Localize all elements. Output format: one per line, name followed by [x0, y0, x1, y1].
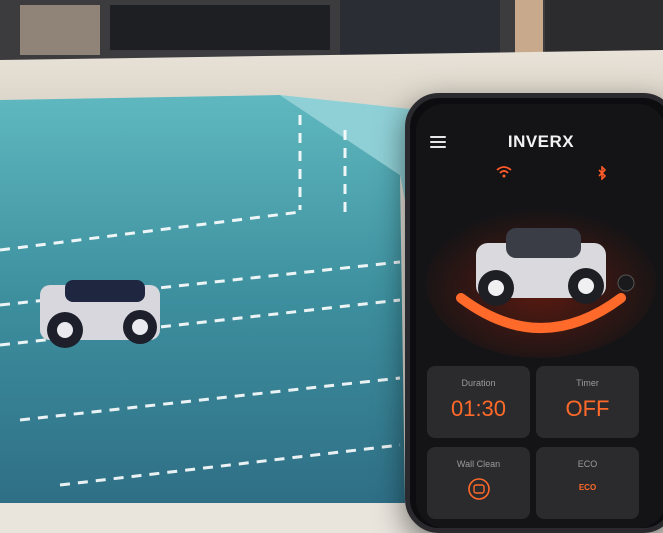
duration-label: Duration	[461, 378, 496, 388]
timer-label: Timer	[576, 378, 599, 388]
robot-status-visual	[426, 208, 656, 358]
duration-tile[interactable]: Duration 01:30	[427, 366, 530, 438]
app-header: INVERX	[416, 130, 663, 156]
bluetooth-icon	[598, 166, 607, 180]
battery-badge	[617, 274, 635, 292]
app-screen: INVERX Duration 01:30 Timer OFF Wall Cle…	[416, 104, 663, 528]
status-icons	[416, 166, 663, 188]
wall-clean-tile[interactable]: Wall Clean	[427, 447, 530, 519]
duration-value: 01:30	[450, 396, 507, 421]
eco-label: ECO	[577, 459, 598, 469]
wall-clean-label: Wall Clean	[456, 459, 501, 469]
timer-value: OFF	[565, 396, 610, 421]
eco-tile[interactable]: ECO ECO	[536, 447, 639, 519]
wall-clean-icon	[468, 478, 490, 500]
timer-tile[interactable]: Timer OFF	[536, 366, 639, 438]
smartphone: INVERX Duration 01:30 Timer OFF Wall Cle…	[405, 93, 663, 533]
app-title: INVERX	[507, 132, 575, 151]
eco-value: ECO	[578, 483, 597, 492]
wifi-icon	[496, 166, 512, 178]
